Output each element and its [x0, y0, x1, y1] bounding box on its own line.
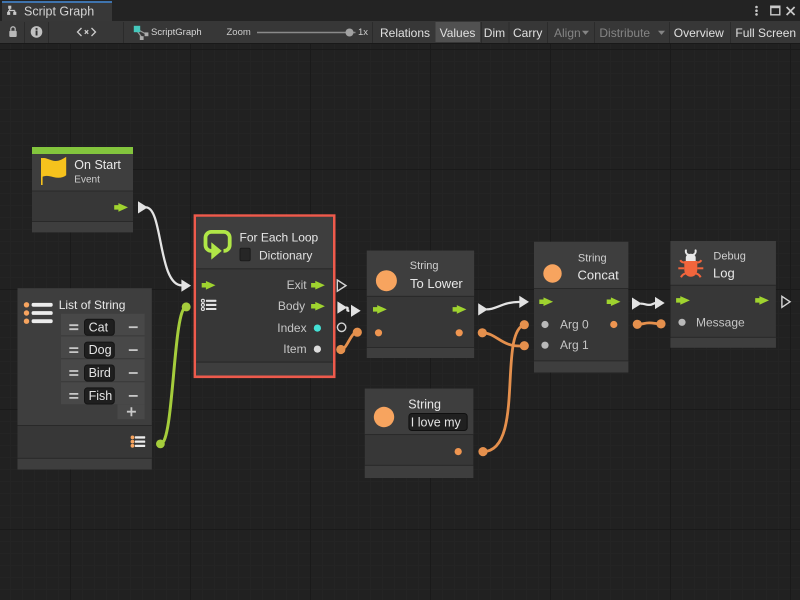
svg-text:To Lower: To Lower [410, 276, 463, 291]
svg-text:1x: 1x [358, 27, 368, 38]
svg-text:Index: Index [277, 321, 306, 335]
svg-text:Concat: Concat [578, 268, 620, 283]
svg-text:Script Graph: Script Graph [24, 5, 94, 19]
svg-text:I love my: I love my [411, 416, 462, 430]
svg-text:Arg 1: Arg 1 [560, 338, 589, 352]
svg-text:Fish: Fish [89, 389, 113, 403]
svg-text:String: String [408, 398, 441, 412]
svg-text:Body: Body [278, 299, 305, 313]
svg-text:Overview: Overview [674, 26, 724, 40]
svg-text:Dim: Dim [484, 26, 505, 40]
svg-text:String: String [410, 260, 439, 272]
svg-text:Item: Item [283, 342, 306, 356]
svg-text:Dictionary: Dictionary [259, 249, 312, 263]
svg-text:Arg 0: Arg 0 [560, 318, 589, 332]
svg-text:Carry: Carry [513, 26, 542, 40]
svg-text:String: String [578, 253, 607, 265]
svg-text:For Each Loop: For Each Loop [240, 230, 319, 244]
svg-text:List of String: List of String [59, 298, 126, 312]
svg-text:Relations: Relations [380, 26, 430, 40]
svg-text:ScriptGraph: ScriptGraph [151, 27, 202, 38]
svg-text:Values: Values [440, 26, 476, 40]
svg-text:On Start: On Start [74, 158, 121, 172]
svg-text:Distribute: Distribute [599, 26, 650, 40]
svg-text:Full Screen: Full Screen [735, 26, 796, 40]
svg-text:Cat: Cat [89, 320, 109, 334]
svg-text:Dog: Dog [89, 343, 112, 357]
svg-text:Zoom: Zoom [227, 27, 251, 38]
svg-text:Event: Event [74, 175, 100, 186]
svg-text:Exit: Exit [287, 278, 308, 292]
svg-text:Message: Message [696, 315, 745, 329]
svg-text:Bird: Bird [89, 366, 111, 380]
svg-text:Debug: Debug [713, 250, 745, 262]
svg-text:Log: Log [713, 266, 735, 281]
svg-text:Align: Align [554, 26, 581, 40]
